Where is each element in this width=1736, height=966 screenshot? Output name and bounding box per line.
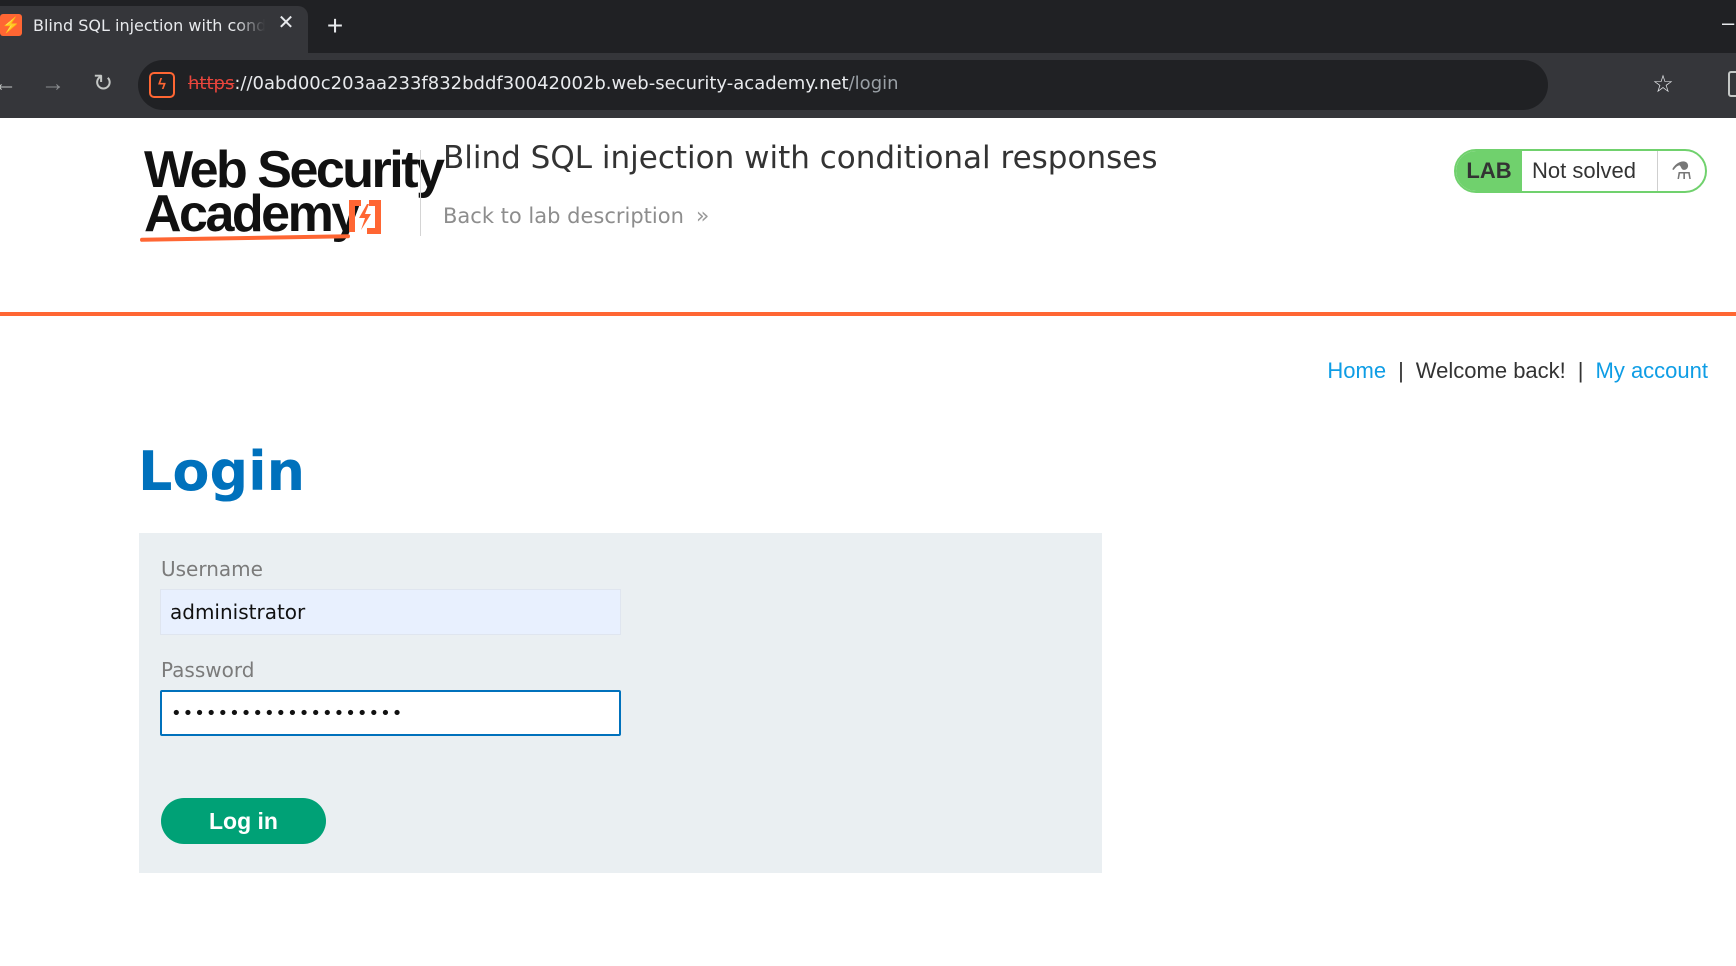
login-form: Username Password •••••••••••••••••••• L… — [139, 533, 1102, 873]
url-text[interactable]: https://0abd00c203aa233f832bddf30042002b… — [188, 73, 899, 97]
lab-title: Blind SQL injection with conditional res… — [443, 140, 1158, 176]
close-tab-icon[interactable]: ✕ — [275, 12, 297, 34]
web-security-academy-logo[interactable]: Web Security Academy — [139, 144, 445, 244]
reload-icon[interactable]: ↻ — [86, 67, 120, 101]
double-chevron-right-icon: » — [695, 204, 710, 229]
url-scheme: https — [188, 73, 235, 94]
header-divider — [420, 150, 421, 236]
account-nav: Home | Welcome back! | My account — [1327, 358, 1708, 384]
url-path: /login — [848, 73, 899, 94]
back-to-lab-description-link[interactable]: Back to lab description » — [443, 204, 709, 229]
lab-status-text: Not solved — [1522, 151, 1658, 191]
lab-status-badge: LAB Not solved ⚗ — [1454, 149, 1707, 193]
log-in-button[interactable]: Log in — [161, 798, 326, 844]
password-field[interactable]: •••••••••••••••••••• — [160, 690, 621, 736]
tab-title: Blind SQL injection with conditional res… — [33, 16, 265, 36]
url-host: ://0abd00c203aa233f832bddf30042002b.web-… — [234, 73, 849, 94]
logo-bolt-icon — [349, 200, 381, 234]
my-account-link[interactable]: My account — [1596, 358, 1709, 383]
logo-text-line2: Academy — [144, 185, 360, 243]
flask-icon: ⚗ — [1670, 157, 1693, 185]
bookmark-star-icon[interactable]: ☆ — [1648, 70, 1678, 100]
forward-arrow-icon[interactable]: → — [36, 67, 70, 101]
header-rule — [0, 312, 1736, 316]
home-link[interactable]: Home — [1327, 358, 1386, 383]
browser-toolbar: ← → ↻ ϟ https://0abd00c203aa233f832bddf3… — [0, 53, 1736, 118]
side-panel-icon[interactable] — [1728, 71, 1736, 97]
username-field[interactable] — [160, 589, 621, 635]
lab-tag: LAB — [1456, 151, 1522, 191]
browser-tab[interactable]: ⚡ Blind SQL injection with conditional r… — [0, 6, 308, 53]
username-label: Username — [161, 557, 263, 581]
address-bar[interactable]: ϟ https://0abd00c203aa233f832bddf3004200… — [138, 60, 1674, 110]
welcome-text: Welcome back! — [1415, 358, 1566, 383]
minimize-window-icon[interactable]: – — [1722, 10, 1736, 35]
site-info-icon[interactable]: ϟ — [149, 72, 175, 98]
page-content: Web Security Academy Blind SQL injection… — [0, 118, 1736, 966]
page-title: Login — [138, 440, 306, 503]
tab-favicon-icon: ⚡ — [0, 14, 22, 36]
back-link-label: Back to lab description — [443, 204, 684, 228]
nav-separator: | — [1577, 358, 1584, 383]
back-arrow-icon[interactable]: ← — [0, 67, 22, 101]
nav-separator: | — [1398, 358, 1404, 383]
new-tab-button[interactable]: + — [322, 11, 348, 41]
password-label: Password — [161, 658, 255, 682]
browser-tab-strip: ⚡ Blind SQL injection with conditional r… — [0, 0, 1736, 53]
